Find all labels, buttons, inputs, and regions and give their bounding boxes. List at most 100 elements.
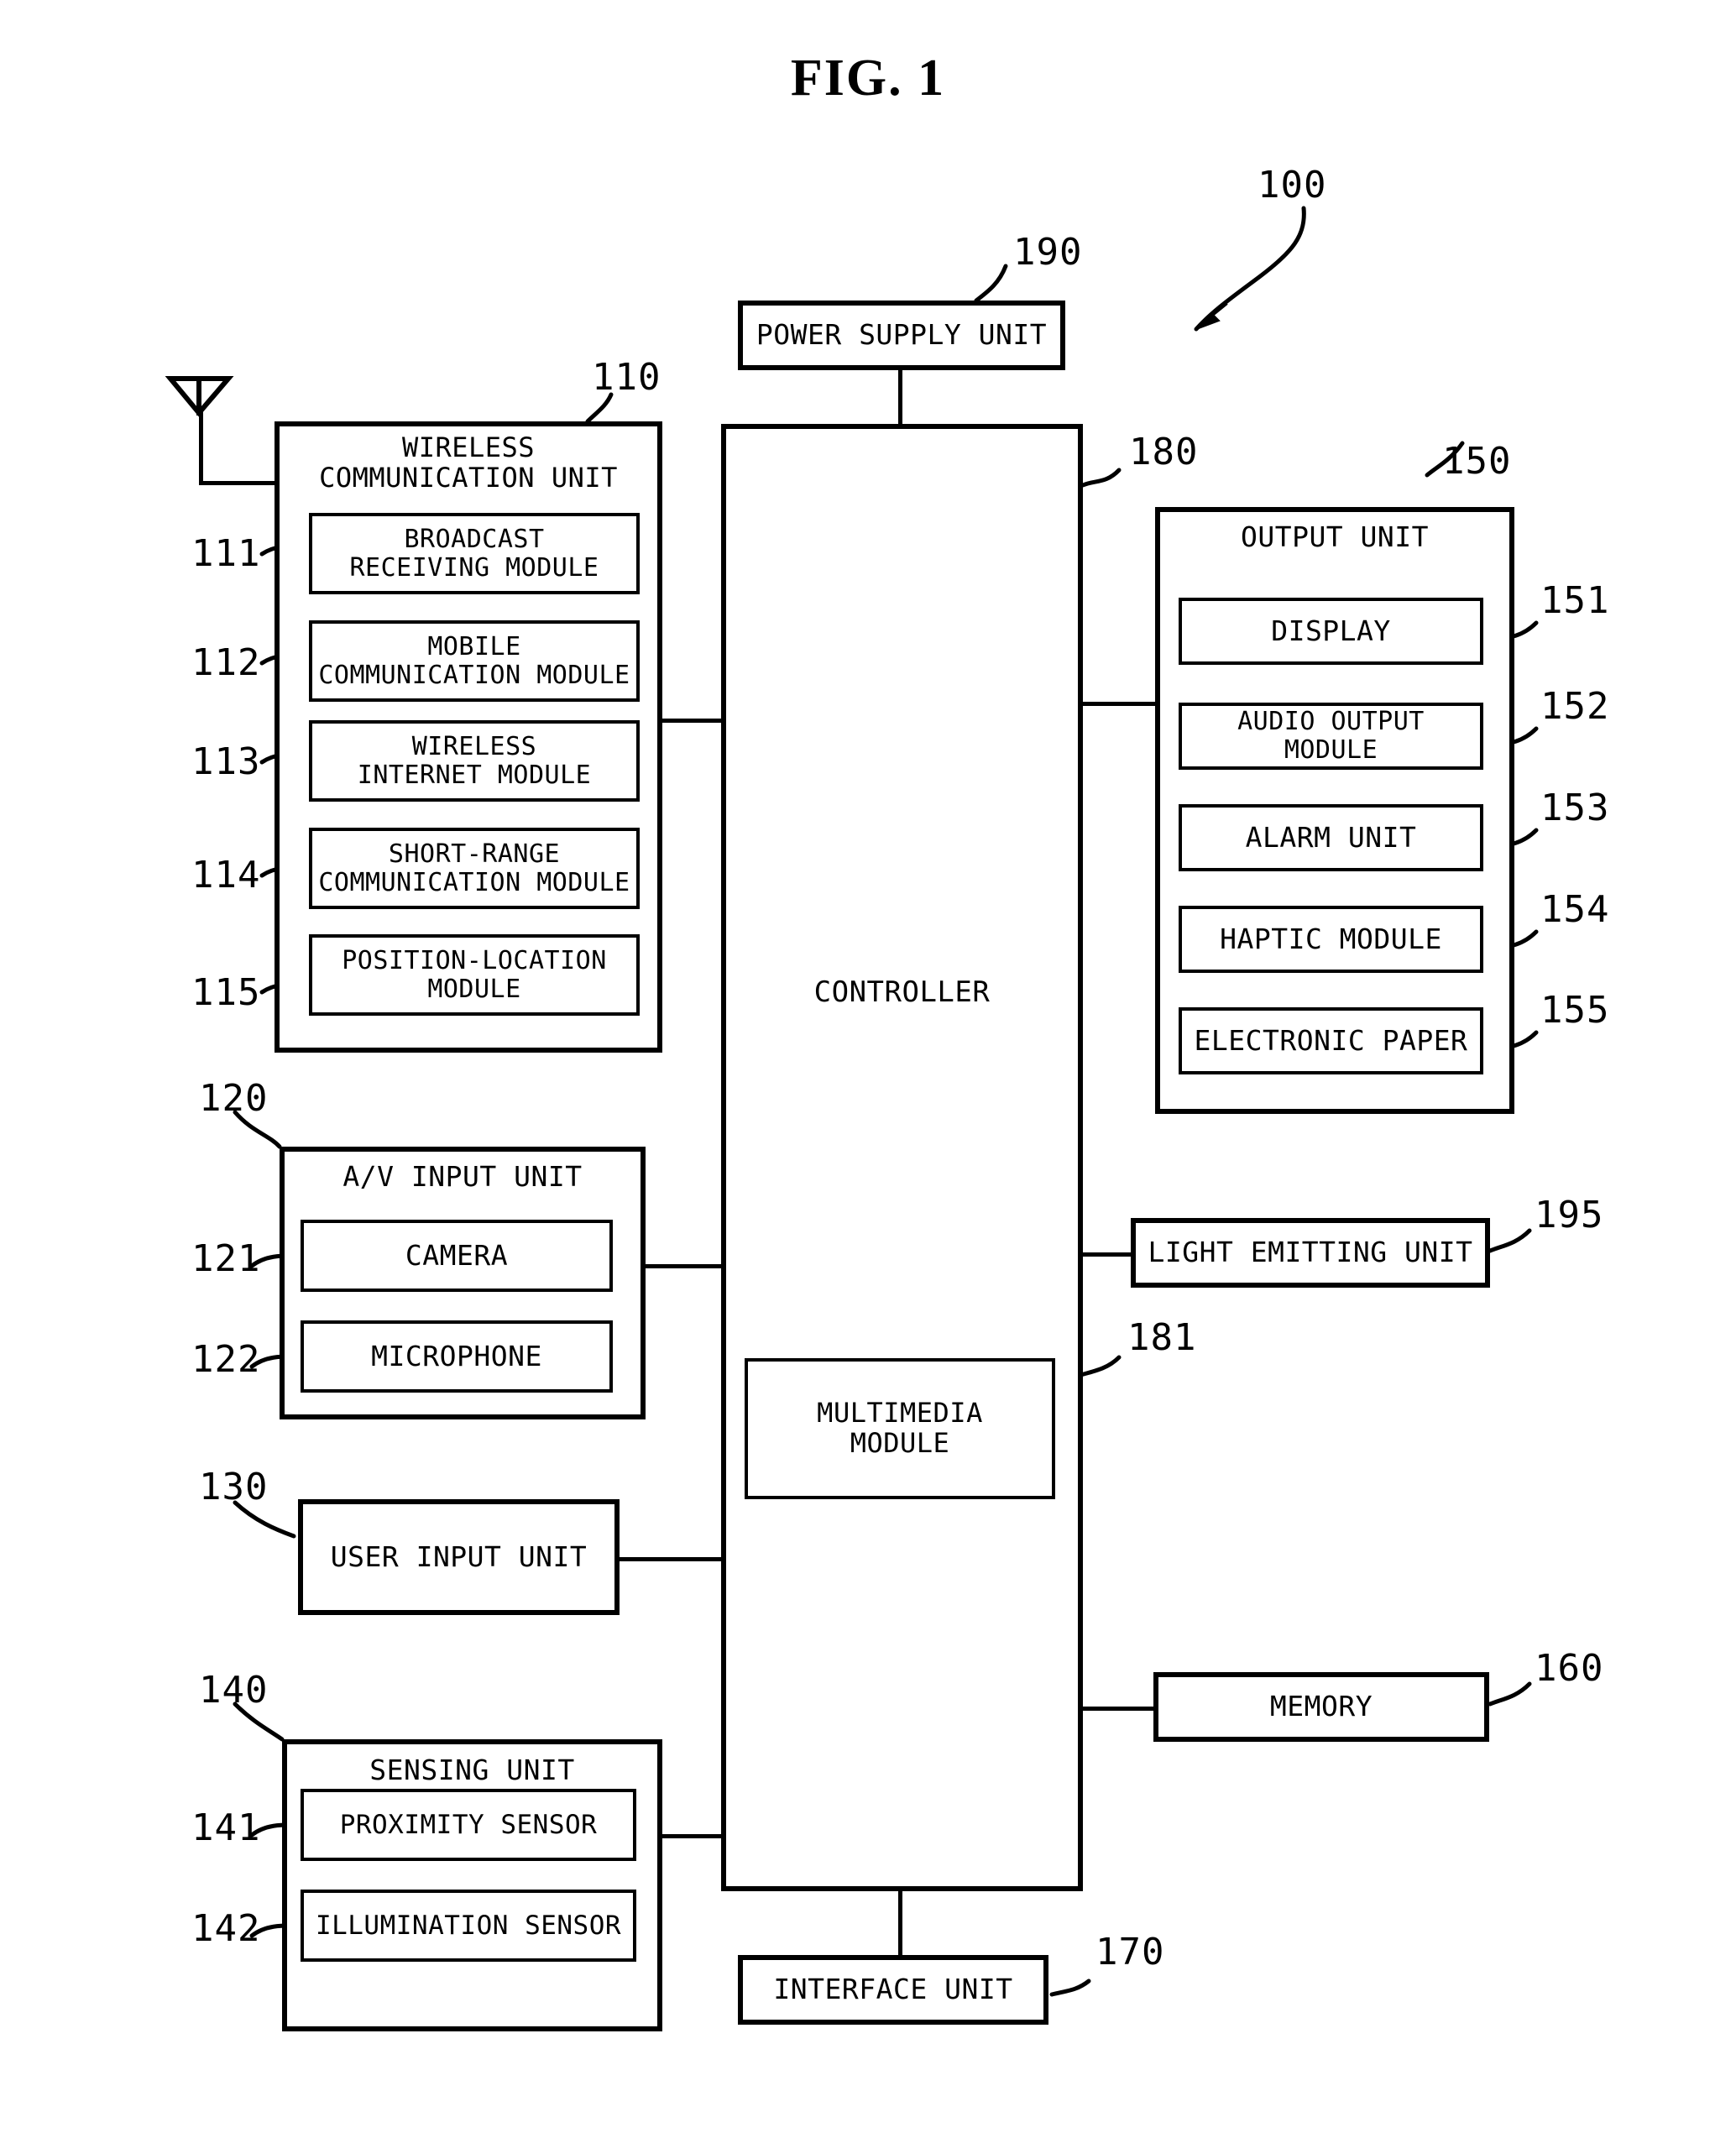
position-location-module-box[interactable]: POSITION-LOCATION MODULE (309, 934, 640, 1016)
antenna-icon (165, 376, 234, 417)
ref-120: 120 (199, 1077, 269, 1120)
wireless-unit-title-line2: COMMUNICATION UNIT (319, 461, 618, 494)
ref-100-leader (1194, 206, 1306, 332)
microphone-box[interactable]: MICROPHONE (301, 1320, 613, 1393)
camera-label: CAMERA (405, 1238, 509, 1272)
figure-title: FIG. 1 (790, 50, 946, 107)
userinput-to-controller-line (620, 1557, 721, 1561)
wireless-internet-module-line2: INTERNET MODULE (357, 760, 592, 790)
light-emitting-unit-box[interactable]: LIGHT EMITTING UNIT (1131, 1218, 1490, 1288)
audio-output-module-label: AUDIO OUTPUT MODULE (1237, 707, 1425, 765)
ref-100-device: 100 (1258, 164, 1327, 206)
memory-label: MEMORY (1269, 1690, 1373, 1723)
wireless-internet-module-box[interactable]: WIRELESS INTERNET MODULE (309, 720, 640, 802)
mobile-communication-module-line1: MOBILE (427, 631, 521, 661)
broadcast-receiving-module-line1: BROADCAST (404, 524, 545, 554)
ref-111: 111 (191, 532, 261, 575)
ref-130: 130 (199, 1466, 269, 1508)
ref-141: 141 (191, 1806, 261, 1849)
display-box[interactable]: DISPLAY (1179, 598, 1483, 665)
illumination-sensor-box[interactable]: ILLUMINATION SENSOR (301, 1890, 636, 1962)
audio-output-module-box[interactable]: AUDIO OUTPUT MODULE (1179, 703, 1483, 770)
ref-180-leader (1080, 468, 1122, 488)
user-input-unit-box[interactable]: USER INPUT UNIT (298, 1499, 620, 1615)
ref-160: 160 (1535, 1647, 1604, 1690)
short-range-communication-module-box[interactable]: SHORT-RANGE COMMUNICATION MODULE (309, 828, 640, 909)
broadcast-receiving-module-line2: RECEIVING MODULE (349, 552, 599, 583)
av-input-unit-title: A/V INPUT UNIT (342, 1160, 583, 1193)
controller-to-memory-line (1083, 1707, 1153, 1711)
ref-170: 170 (1095, 1931, 1165, 1973)
ref-160-leader (1488, 1681, 1532, 1707)
memory-box[interactable]: MEMORY (1153, 1672, 1489, 1742)
controller-to-output-line (1083, 702, 1155, 706)
microphone-label: MICROPHONE (371, 1339, 542, 1372)
ref-170-leader (1049, 1979, 1091, 1997)
power-to-controller-line (898, 370, 902, 426)
controller-box[interactable] (721, 424, 1083, 1891)
multimedia-module-line1: MULTIMEDIA (817, 1397, 983, 1430)
ref-150: 150 (1442, 440, 1512, 483)
ref-114: 114 (191, 854, 261, 896)
antenna-to-wireless-line (199, 481, 275, 485)
proximity-sensor-box[interactable]: PROXIMITY SENSOR (301, 1789, 636, 1861)
sensing-to-controller-line (662, 1834, 721, 1838)
electronic-paper-box[interactable]: ELECTRONIC PAPER (1179, 1007, 1483, 1074)
position-location-module-label: POSITION-LOCATION MODULE (312, 947, 636, 1003)
ref-155: 155 (1540, 989, 1610, 1032)
user-input-unit-label: USER INPUT UNIT (330, 1539, 588, 1573)
haptic-module-label: HAPTIC MODULE (1220, 922, 1442, 955)
wireless-internet-module-line1: WIRELESS (411, 731, 537, 761)
interface-unit-label: INTERFACE UNIT (773, 1973, 1013, 2006)
light-emitting-unit-label: LIGHT EMITTING UNIT (1148, 1236, 1473, 1269)
ref-195-leader (1488, 1228, 1532, 1253)
patent-figure-page: FIG. 1 100 POWER SUPPLY UNIT 190 CONTROL… (0, 0, 1736, 2138)
ref-112: 112 (191, 641, 261, 684)
alarm-unit-box[interactable]: ALARM UNIT (1179, 804, 1483, 871)
interface-unit-box[interactable]: INTERFACE UNIT (738, 1955, 1048, 2025)
ref-195: 195 (1535, 1194, 1604, 1236)
electronic-paper-label: ELECTRONIC PAPER (1194, 1023, 1468, 1057)
broadcast-receiving-module-label: BROADCAST RECEIVING MODULE (312, 525, 636, 582)
ref-115: 115 (191, 971, 261, 1014)
multimedia-module-box[interactable]: MULTIMEDIA MODULE (745, 1358, 1055, 1499)
av-to-controller-line (646, 1264, 721, 1268)
ref-113: 113 (191, 740, 261, 783)
position-location-module-line2: MODULE (427, 974, 521, 1004)
position-location-module-line1: POSITION-LOCATION (342, 945, 607, 975)
short-range-communication-module-line1: SHORT-RANGE (388, 839, 561, 869)
ref-142: 142 (191, 1907, 261, 1950)
ref-190-leader (974, 264, 1008, 303)
ref-154: 154 (1540, 888, 1610, 931)
power-supply-unit-box[interactable]: POWER SUPPLY UNIT (738, 301, 1065, 370)
ref-122: 122 (191, 1338, 261, 1381)
mobile-communication-module-label: MOBILE COMMUNICATION MODULE (312, 633, 636, 689)
wireless-unit-title-line1: WIRELESS (401, 431, 536, 463)
short-range-communication-module-line2: COMMUNICATION MODULE (318, 867, 630, 897)
ref-190: 190 (1013, 231, 1083, 274)
controller-to-light-line (1083, 1252, 1131, 1257)
broadcast-receiving-module-box[interactable]: BROADCAST RECEIVING MODULE (309, 513, 640, 594)
controller-to-interface-line (898, 1891, 902, 1955)
ref-140: 140 (199, 1669, 269, 1712)
output-unit-title: OUTPUT UNIT (1240, 520, 1430, 553)
ref-181: 181 (1127, 1316, 1197, 1359)
ref-151: 151 (1540, 579, 1610, 622)
alarm-unit-label: ALARM UNIT (1245, 820, 1417, 854)
multimedia-module-line2: MODULE (850, 1427, 950, 1459)
ref-152: 152 (1540, 685, 1610, 728)
ref-153: 153 (1540, 787, 1610, 829)
ref-121: 121 (191, 1237, 261, 1280)
display-label: DISPLAY (1271, 614, 1391, 647)
ref-180: 180 (1129, 431, 1199, 473)
haptic-module-box[interactable]: HAPTIC MODULE (1179, 906, 1483, 973)
wireless-internet-module-label: WIRELESS INTERNET MODULE (312, 733, 636, 789)
camera-box[interactable]: CAMERA (301, 1220, 613, 1292)
short-range-communication-module-label: SHORT-RANGE COMMUNICATION MODULE (312, 840, 636, 896)
sensing-unit-title: SENSING UNIT (369, 1754, 575, 1786)
mobile-communication-module-box[interactable]: MOBILE COMMUNICATION MODULE (309, 620, 640, 702)
controller-label: CONTROLLER (813, 975, 991, 1009)
power-supply-unit-label: POWER SUPPLY UNIT (756, 318, 1048, 352)
antenna-stem-line (199, 411, 203, 485)
wireless-to-controller-line (662, 719, 721, 723)
